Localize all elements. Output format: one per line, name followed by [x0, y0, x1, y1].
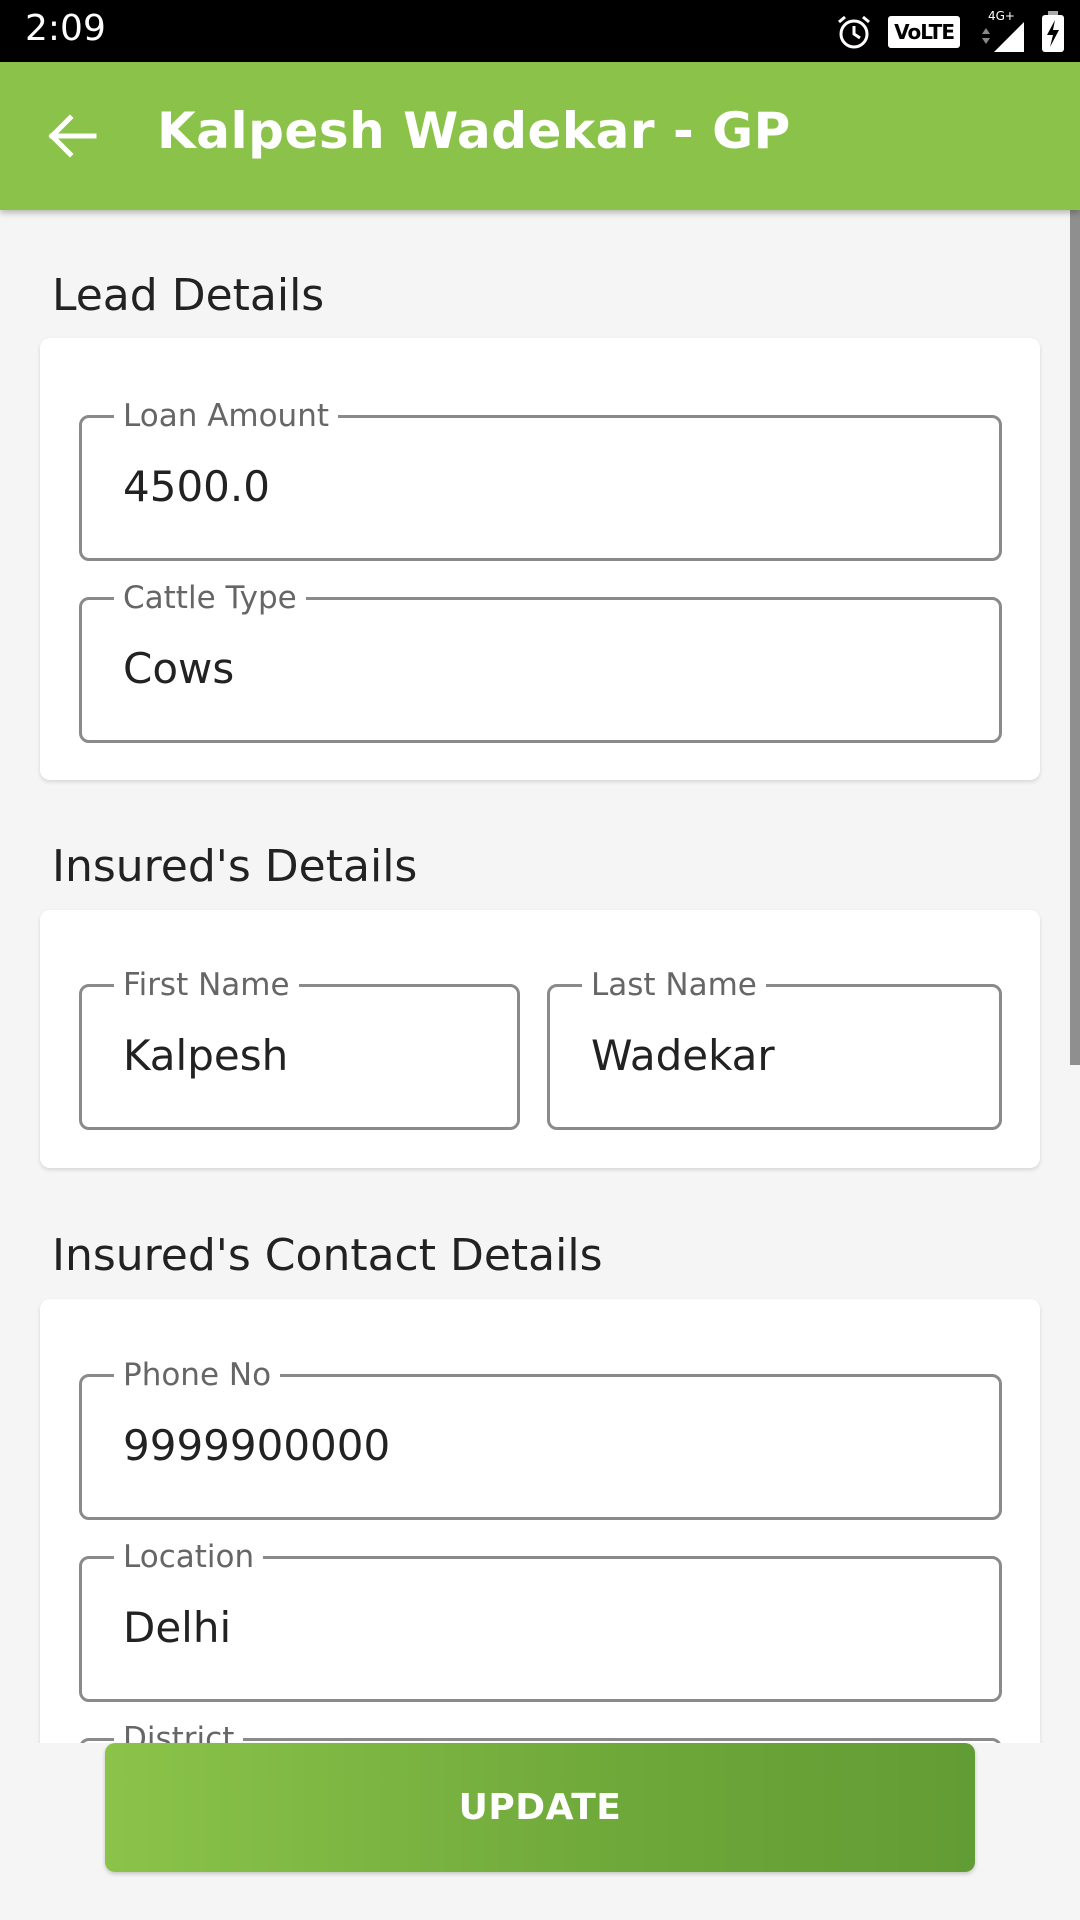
update-button[interactable]: UPDATE [105, 1743, 975, 1872]
insured-details-card: First Name Kalpesh Last Name Wadekar [40, 910, 1040, 1168]
status-bar: 2:09 VoLTE 4G+ [0, 0, 1080, 62]
alarm-icon [838, 15, 871, 49]
form-scroll-area[interactable]: Lead Details Loan Amount 4500.0 Cattle T… [0, 210, 1080, 1743]
signal-label: 4G+ [988, 10, 1015, 23]
page-title: Kalpesh Wadekar - GP [157, 102, 791, 160]
phone-number-label: Phone No [114, 1350, 281, 1400]
last-name-label: Last Name [582, 960, 766, 1010]
lead-details-card: Loan Amount 4500.0 Cattle Type Cows [40, 338, 1040, 780]
contact-details-card: Phone No 9999900000 Location Delhi Distr… [40, 1299, 1040, 1743]
district-label: District [114, 1714, 244, 1743]
cattle-type-field[interactable]: Cattle Type Cows [79, 573, 1002, 743]
cattle-type-label: Cattle Type [114, 573, 306, 623]
loan-amount-label: Loan Amount [114, 391, 339, 441]
location-label: Location [114, 1532, 264, 1582]
last-name-value: Wadekar [591, 1031, 775, 1080]
location-value: Delhi [123, 1603, 232, 1652]
first-name-label: First Name [114, 960, 299, 1010]
status-icons: VoLTE 4G+ [834, 10, 1066, 54]
first-name-field[interactable]: First Name Kalpesh [79, 960, 520, 1130]
scrollbar[interactable] [1070, 210, 1080, 1065]
section-title-lead-details: Lead Details [52, 270, 325, 321]
cattle-type-value: Cows [123, 644, 235, 693]
back-arrow-icon[interactable] [46, 110, 98, 162]
last-name-field[interactable]: Last Name Wadekar [547, 960, 1002, 1130]
volte-badge: VoLTE [888, 16, 960, 48]
status-time: 2:09 [25, 8, 106, 49]
section-title-insured-details: Insured's Details [52, 841, 418, 892]
section-title-contact-details: Insured's Contact Details [52, 1230, 603, 1281]
phone-number-field[interactable]: Phone No 9999900000 [79, 1350, 1002, 1520]
phone-number-value: 9999900000 [123, 1421, 391, 1470]
signal-icon: 4G+ [982, 10, 1024, 52]
battery-charging-icon [1042, 11, 1064, 52]
loan-amount-value: 4500.0 [123, 462, 270, 511]
location-field[interactable]: Location Delhi [79, 1532, 1002, 1702]
app-bar: Kalpesh Wadekar - GP [0, 62, 1080, 210]
loan-amount-field[interactable]: Loan Amount 4500.0 [79, 391, 1002, 561]
first-name-value: Kalpesh [123, 1031, 289, 1080]
